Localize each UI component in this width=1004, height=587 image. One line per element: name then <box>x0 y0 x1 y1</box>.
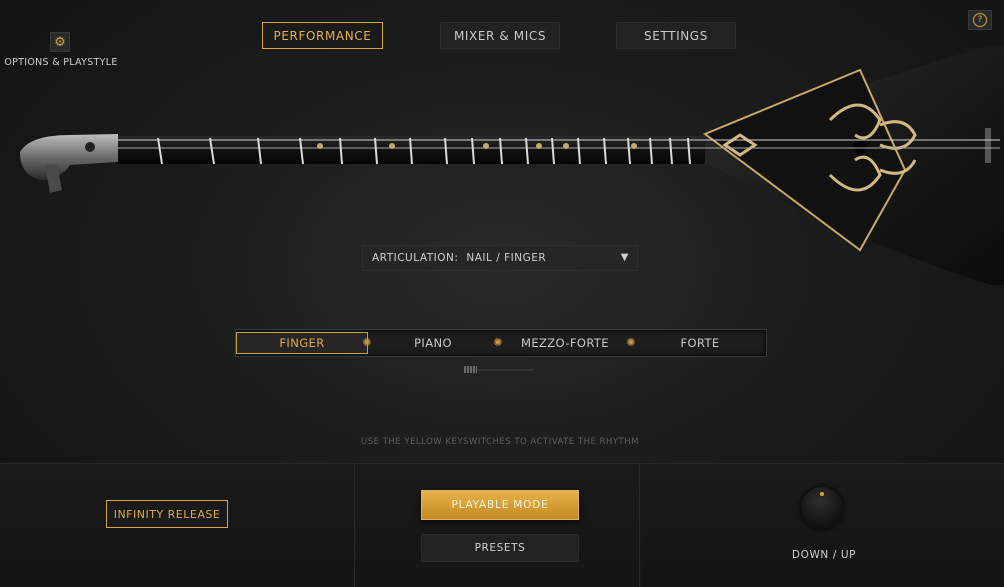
dynamics-piano[interactable]: PIANO <box>369 332 497 354</box>
articulation-label: ARTICULATION: <box>372 252 459 264</box>
down-up-knob[interactable] <box>801 487 843 529</box>
knob-indicator <box>820 492 824 496</box>
dynamics-selector: FINGER ✺ PIANO ✺ MEZZO-FORTE ✺ FORTE <box>235 329 767 357</box>
dropdown-arrow-icon: ▼ <box>620 252 629 263</box>
dynamics-finger[interactable]: FINGER <box>236 332 368 354</box>
help-button[interactable]: ? <box>968 10 992 30</box>
infinity-release-button[interactable]: INFINITY RELEASE <box>106 500 228 528</box>
app-window: PERFORMANCE MIXER & MICS SETTINGS ⚙ OPTI… <box>0 0 1004 587</box>
bottom-panel-center <box>356 463 640 587</box>
playable-mode-button[interactable]: PLAYABLE MODE <box>421 490 579 520</box>
keyswitch-hint: USE THE YELLOW KEYSWITCHES TO ACTIVATE T… <box>361 437 639 447</box>
articulation-dropdown[interactable]: ARTICULATION: NAIL / FINGER ▼ <box>362 245 638 271</box>
presets-button[interactable]: PRESETS <box>421 534 579 562</box>
articulation-value: NAIL / FINGER <box>466 252 547 264</box>
dynamics-slider-handle[interactable] <box>464 366 477 373</box>
down-up-label: DOWN / UP <box>791 549 857 561</box>
help-icon: ? <box>973 13 987 27</box>
dynamics-forte[interactable]: FORTE <box>634 332 766 354</box>
dynamics-mezzo-forte[interactable]: MEZZO-FORTE <box>498 332 632 354</box>
